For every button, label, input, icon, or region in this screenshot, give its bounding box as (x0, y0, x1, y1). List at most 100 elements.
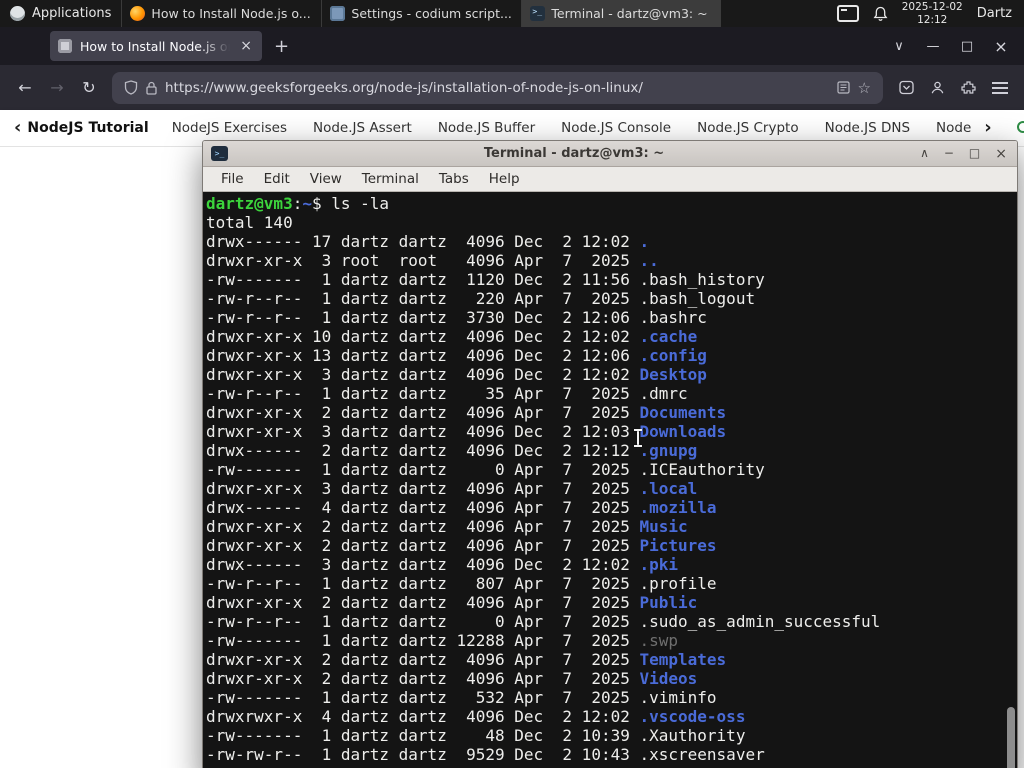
site-nav-chevron-right-icon[interactable]: › (984, 117, 997, 140)
tray-terminal-icon[interactable] (836, 5, 859, 22)
url-text: https://www.geeksforgeeks.org/node-js/in… (165, 79, 643, 96)
file-name: Music (639, 517, 688, 536)
browser-tab[interactable]: How to Install Node.js on... × (50, 31, 262, 61)
site-nav-link[interactable]: Node.JS Buffer (438, 120, 535, 136)
account-icon[interactable] (930, 80, 945, 95)
terminal-output-line: -rw-rw-r-- 1 dartz dartz 9529 Dec 2 10:4… (206, 745, 765, 764)
prompt-user-host: dartz@vm3 (206, 194, 293, 213)
typed-command: ls -la (331, 194, 390, 213)
file-name: .. (639, 251, 659, 270)
file-name: .vscode-oss (639, 707, 746, 726)
bookmark-star-icon[interactable]: ☆ (858, 79, 871, 97)
site-nav-right: › Sign In (984, 117, 1024, 140)
taskbar-window-label: Settings - codium script... (351, 6, 512, 21)
user-menu[interactable]: Dartz (977, 6, 1012, 21)
terminal-output-line: drwx------ 2 dartz dartz 4096 Dec 2 12:1… (206, 441, 698, 460)
terminal-maximize-icon[interactable]: □ (969, 146, 980, 162)
taskbar-window-terminal[interactable]: Terminal - dartz@vm3: ~ (521, 0, 722, 27)
lock-icon[interactable] (146, 81, 157, 95)
taskbar-tray: 2025-12-02 12:12 Dartz (825, 0, 1024, 27)
pocket-save-icon[interactable] (899, 80, 914, 95)
file-name: .viminfo (639, 688, 717, 707)
file-name: .config (639, 346, 707, 365)
applications-menu-button[interactable]: Applications (0, 0, 121, 27)
page-favicon-icon (58, 39, 72, 53)
menu-file[interactable]: File (211, 169, 254, 189)
list-all-tabs-icon[interactable]: ∨ (882, 39, 916, 54)
menu-help[interactable]: Help (479, 169, 530, 189)
menu-edit[interactable]: Edit (254, 169, 300, 189)
clock[interactable]: 2025-12-02 12:12 (902, 1, 963, 26)
terminal-scrollbar-thumb[interactable] (1007, 707, 1015, 768)
file-name: .ICEauthority (639, 460, 765, 479)
forward-icon[interactable]: → (42, 73, 72, 103)
site-nav-link[interactable]: Node.JS Console (561, 120, 671, 136)
site-nav-link[interactable]: NodeJS Exercises (172, 120, 287, 136)
file-name: .Xauthority (639, 726, 746, 745)
reload-icon[interactable]: ↻ (74, 73, 104, 103)
site-search-icon[interactable] (1016, 120, 1024, 137)
menu-hamburger-icon[interactable] (992, 81, 1008, 94)
terminal-output-line: drwx------ 4 dartz dartz 4096 Apr 7 2025… (206, 498, 717, 517)
notifications-bell-icon[interactable] (873, 6, 888, 22)
window-maximize-icon[interactable]: □ (950, 39, 984, 54)
terminal-output-line: drwxr-xr-x 3 root root 4096 Apr 7 2025 .… (206, 251, 659, 270)
terminal-output-line: drwxr-xr-x 2 dartz dartz 4096 Apr 7 2025… (206, 403, 727, 422)
window-close-icon[interactable]: × (984, 37, 1018, 56)
extensions-icon[interactable] (961, 80, 976, 95)
file-name: .mozilla (639, 498, 717, 517)
terminal-icon (530, 6, 546, 21)
terminal-output[interactable]: dartz@vm3:~$ ls -la total 140 drwx------… (203, 192, 1017, 768)
site-nav-link[interactable]: Node.JS Assert (313, 120, 412, 136)
menu-terminal[interactable]: Terminal (352, 169, 429, 189)
file-name: .sudo_as_admin_successful (639, 612, 881, 631)
site-nav-link[interactable]: Node.JS DNS (825, 120, 910, 136)
site-nav-back-link[interactable]: NodeJS Tutorial (27, 120, 148, 136)
clock-date: 2025-12-02 (901, 0, 963, 13)
site-nav-chevron-left-icon[interactable]: ‹ (14, 117, 27, 140)
menu-tabs[interactable]: Tabs (429, 169, 479, 189)
url-bar[interactable]: https://www.geeksforgeeks.org/node-js/in… (112, 71, 883, 104)
menu-view[interactable]: View (300, 169, 352, 189)
terminal-window-controls: ∧ − □ × (920, 146, 1009, 162)
terminal-output-line: -rw------- 1 dartz dartz 0 Apr 7 2025 .I… (206, 460, 765, 479)
terminal-rollup-icon[interactable]: ∧ (920, 146, 929, 162)
terminal-output-line: drwxr-xr-x 2 dartz dartz 4096 Apr 7 2025… (206, 650, 727, 669)
terminal-output-line: -rw-r--r-- 1 dartz dartz 807 Apr 7 2025 … (206, 574, 717, 593)
new-tab-button[interactable]: + (262, 36, 301, 57)
window-minimize-icon[interactable]: — (916, 39, 950, 54)
prompt-colon: : (292, 194, 303, 213)
applications-label: Applications (32, 6, 112, 21)
file-name: .cache (639, 327, 698, 346)
distro-logo-icon (10, 6, 25, 21)
terminal-menubar: File Edit View Terminal Tabs Help (203, 167, 1017, 192)
site-nav-link[interactable]: Node (936, 120, 971, 136)
terminal-titlebar[interactable]: >_ Terminal - dartz@vm3: ~ ∧ − □ × (203, 141, 1017, 167)
taskbar-window-settings[interactable]: Settings - codium script... (321, 0, 521, 27)
window-controls: ∨ — □ × (882, 37, 1024, 56)
file-name: Documents (639, 403, 727, 422)
terminal-close-icon[interactable]: × (995, 146, 1007, 162)
taskbar-window-browser[interactable]: How to Install Node.js o... (121, 0, 321, 27)
file-name: .pki (639, 555, 679, 574)
terminal-output-line: drwxr-xr-x 2 dartz dartz 4096 Apr 7 2025… (206, 593, 698, 612)
terminal-output-line: -rw------- 1 dartz dartz 12288 Apr 7 202… (206, 631, 679, 650)
file-name: .bash_history (639, 270, 765, 289)
terminal-output-line: -rw------- 1 dartz dartz 48 Dec 2 10:39 … (206, 726, 746, 745)
tracking-shield-icon[interactable] (124, 80, 138, 95)
terminal-output-line: drwxr-xr-x 2 dartz dartz 4096 Apr 7 2025… (206, 517, 688, 536)
terminal-minimize-icon[interactable]: − (944, 146, 954, 162)
terminal-output-line: -rw-r--r-- 1 dartz dartz 3730 Dec 2 12:0… (206, 308, 707, 327)
reader-view-icon[interactable] (836, 81, 850, 94)
terminal-output-line: drwx------ 3 dartz dartz 4096 Dec 2 12:0… (206, 555, 679, 574)
site-nav-link[interactable]: Node.JS Crypto (697, 120, 798, 136)
file-name: Desktop (639, 365, 707, 384)
tab-close-icon[interactable]: × (238, 38, 254, 54)
file-name: .bashrc (639, 308, 707, 327)
file-name: .bash_logout (639, 289, 756, 308)
browser-tab-bar: How to Install Node.js on... × + ∨ — □ × (0, 27, 1024, 65)
desktop: Applications How to Install Node.js o...… (0, 0, 1024, 768)
terminal-title: Terminal - dartz@vm3: ~ (483, 146, 665, 161)
back-icon[interactable]: ← (10, 73, 40, 103)
file-name: .profile (639, 574, 717, 593)
